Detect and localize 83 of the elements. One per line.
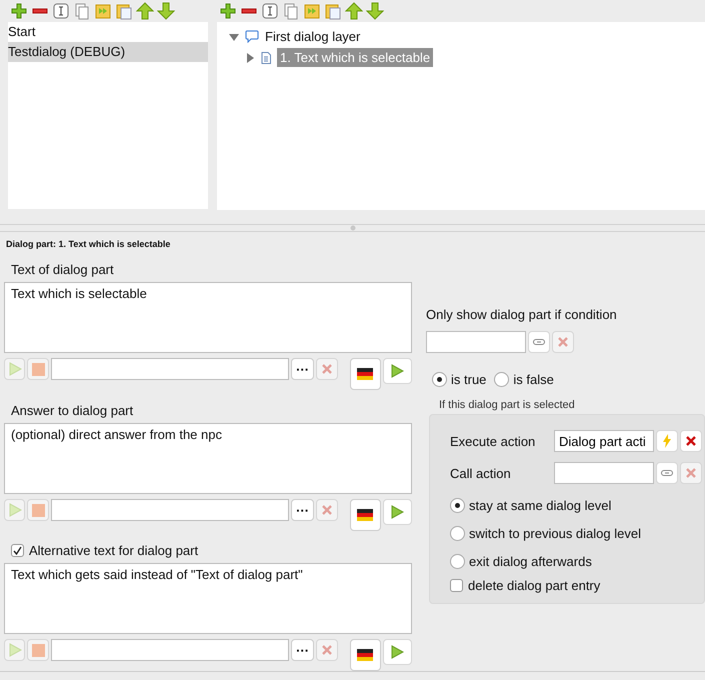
play-icon [8, 503, 22, 517]
radio-label: stay at same dialog level [469, 498, 612, 512]
stop-button[interactable] [27, 358, 49, 380]
browse-button[interactable]: ··· [290, 639, 314, 661]
radio-label: switch to previous dialog level [469, 526, 641, 540]
group-label: If this dialog part is selected [439, 399, 576, 411]
radio-button[interactable] [450, 498, 465, 512]
stop-icon [32, 504, 45, 516]
radio-button[interactable] [432, 372, 447, 387]
radio-label: is true [451, 372, 486, 387]
section-label: Answer to dialog part [11, 403, 134, 418]
stop-icon [32, 362, 45, 376]
browse-button[interactable]: ··· [290, 358, 314, 380]
close-icon [320, 363, 333, 375]
play-icon [8, 362, 22, 376]
close-icon [320, 504, 333, 516]
language-button[interactable] [350, 639, 381, 671]
dialog-list-item[interactable]: Testdialog (DEBUG) [8, 42, 208, 62]
section-label: Text of dialog part [11, 262, 115, 277]
caret-icon[interactable] [229, 32, 239, 42]
language-button[interactable] [350, 499, 381, 531]
flag-icon [357, 649, 374, 661]
language-button[interactable] [350, 358, 381, 390]
checkbox-label: Alternative text for dialog part [29, 543, 198, 558]
link-icon [661, 469, 673, 477]
checkbox[interactable] [450, 579, 463, 592]
audio-file-field[interactable] [50, 499, 289, 521]
close-icon [685, 435, 697, 447]
radio-label: exit dialog afterwards [469, 554, 592, 568]
checkbox-label: delete dialog part entry [468, 578, 600, 593]
audio-file-field[interactable] [50, 639, 289, 661]
link-button[interactable] [528, 331, 550, 353]
radio-button[interactable] [450, 554, 465, 568]
link-button[interactable] [656, 462, 678, 484]
rename-icon[interactable] [261, 2, 279, 20]
action-field[interactable] [554, 462, 654, 484]
audio-file-field[interactable] [50, 358, 289, 380]
link-icon [533, 338, 545, 346]
panel-title: Dialog part: 1. Text which is selectable [6, 239, 172, 249]
add-icon[interactable] [219, 2, 237, 20]
forward-icon[interactable] [94, 2, 112, 20]
section-label: Only show dialog part if condition [426, 307, 618, 322]
browse-button[interactable]: ··· [290, 499, 314, 521]
move-up-icon[interactable] [136, 2, 154, 20]
stop-button[interactable] [27, 499, 49, 521]
text-area[interactable]: Text which is selectable [4, 282, 412, 353]
close-icon [685, 467, 697, 479]
play-icon [8, 643, 22, 657]
close-icon [320, 644, 333, 656]
play-icon [390, 505, 404, 519]
stop-icon [32, 644, 45, 656]
play-icon [390, 645, 404, 659]
move-down-icon[interactable] [157, 2, 175, 20]
paste-icon[interactable] [324, 2, 342, 20]
field-label: Call action [450, 466, 512, 480]
paste-icon[interactable] [115, 2, 133, 20]
field-label: Execute action [450, 434, 536, 448]
flag-icon [357, 509, 374, 521]
add-icon[interactable] [10, 2, 28, 20]
text-area[interactable]: (optional) direct answer from the npc [4, 423, 412, 494]
document-icon [261, 52, 271, 64]
condition-field[interactable] [426, 331, 526, 353]
caret-icon[interactable] [245, 52, 255, 62]
dialog-list-item[interactable]: Start [8, 22, 208, 42]
clear-button[interactable] [680, 430, 702, 452]
tree-item[interactable]: First dialog layer [265, 29, 360, 44]
action-field[interactable]: Dialog part acti [554, 430, 654, 452]
grip-icon[interactable] [350, 225, 356, 231]
radio-button[interactable] [450, 526, 465, 540]
move-up-icon[interactable] [345, 2, 363, 20]
forward-icon[interactable] [303, 2, 321, 20]
flag-icon [357, 368, 374, 380]
radio-button[interactable] [494, 372, 510, 387]
lightning-icon [662, 434, 672, 448]
rename-icon[interactable] [52, 2, 70, 20]
text-area[interactable]: Text which gets said instead of "Text of dialog part" [4, 563, 412, 634]
speech-bubble-icon [245, 30, 259, 43]
move-down-icon[interactable] [366, 2, 384, 20]
close-icon [557, 336, 569, 348]
play-icon [390, 364, 404, 378]
radio-label: is false [513, 372, 554, 387]
stop-button[interactable] [27, 639, 49, 661]
checkbox[interactable] [11, 544, 24, 557]
